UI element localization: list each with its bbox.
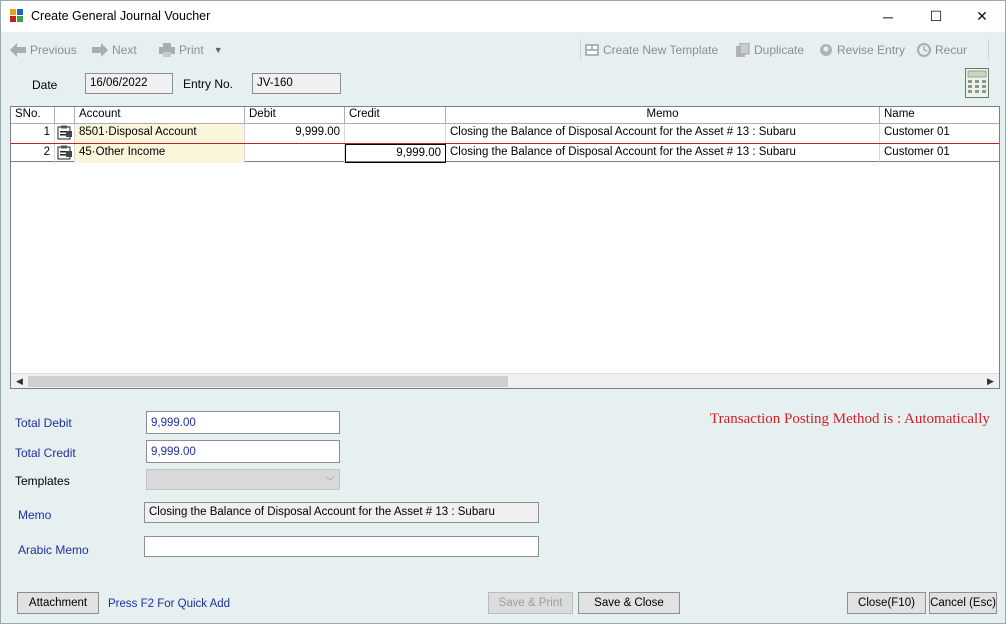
entry-no-field[interactable]: JV-160	[252, 73, 341, 94]
title-bar: Create General Journal Voucher ─ ☐ ✕	[1, 1, 1005, 32]
scroll-left-icon[interactable]: ◀	[11, 374, 28, 389]
quick-add-hint: Press F2 For Quick Add	[108, 598, 231, 610]
grid-header: SNo. Account Debit Credit Memo Name	[11, 107, 999, 124]
arrow-left-icon	[10, 43, 26, 57]
cell-memo[interactable]: Closing the Balance of Disposal Account …	[446, 144, 880, 163]
recur-button[interactable]: Recur	[917, 41, 967, 59]
memo-field[interactable]: Closing the Balance of Disposal Account …	[144, 502, 539, 523]
duplicate-button[interactable]: Duplicate	[736, 41, 804, 59]
create-template-label: Create New Template	[603, 43, 719, 57]
journal-lines-grid[interactable]: SNo. Account Debit Credit Memo Name 1 85…	[10, 106, 1000, 389]
memo-label: Memo	[18, 508, 52, 522]
row-detail-button[interactable]	[55, 144, 75, 163]
chevron-down-icon[interactable]: ▼	[214, 45, 223, 55]
print-button[interactable]: Print ▼	[159, 41, 223, 59]
revise-icon	[820, 44, 832, 56]
cell-name[interactable]: Customer 01	[880, 144, 999, 163]
cell-credit[interactable]: 9,999.00	[345, 144, 446, 163]
toolbar-separator	[988, 39, 989, 59]
close-window-button[interactable]: ✕	[959, 1, 1005, 32]
horizontal-scrollbar[interactable]: ◀ ▶	[11, 373, 999, 388]
attachment-button[interactable]: Attachment	[17, 592, 99, 614]
print-label: Print	[179, 43, 204, 57]
app-icon	[10, 9, 23, 22]
next-button[interactable]: Next	[92, 41, 137, 59]
column-header-memo[interactable]: Memo	[446, 107, 880, 124]
close-button[interactable]: Close(F10)	[847, 592, 926, 614]
maximize-button[interactable]: ☐	[913, 1, 959, 32]
cell-account[interactable]: 45·Other Income	[75, 144, 245, 163]
cell-credit[interactable]	[345, 124, 446, 143]
total-debit-field: 9,999.00	[146, 411, 340, 434]
revise-entry-button[interactable]: Revise Entry	[819, 41, 905, 59]
column-header-sno[interactable]: SNo.	[11, 107, 55, 124]
table-row[interactable]: 2 45·Other Income 9,999.00 Closing the B…	[11, 143, 999, 163]
cell-debit[interactable]	[245, 144, 345, 163]
cell-name[interactable]: Customer 01	[880, 124, 999, 143]
entry-no-label: Entry No.	[183, 77, 234, 91]
total-credit-field: 9,999.00	[146, 440, 340, 463]
posting-method-notice: Transaction Posting Method is : Automati…	[710, 411, 990, 427]
previous-label: Previous	[30, 43, 77, 57]
clipboard-icon	[57, 125, 72, 140]
total-debit-label: Total Debit	[15, 416, 72, 430]
arrow-right-icon	[92, 43, 108, 57]
save-print-button[interactable]: Save & Print	[488, 592, 573, 614]
column-header-debit[interactable]: Debit	[245, 107, 345, 124]
next-label: Next	[112, 43, 137, 57]
window-title: Create General Journal Voucher	[31, 9, 211, 23]
template-icon	[585, 44, 599, 56]
create-template-button[interactable]: Create New Template	[585, 41, 718, 59]
table-row[interactable]: 1 8501·Disposal Account 9,999.00 Closing…	[11, 124, 999, 143]
recur-label: Recur	[935, 43, 968, 57]
templates-label: Templates	[15, 474, 70, 488]
printer-icon	[159, 43, 175, 57]
cell-sno: 1	[11, 124, 55, 143]
cell-memo[interactable]: Closing the Balance of Disposal Account …	[446, 124, 880, 143]
arabic-memo-label: Arabic Memo	[18, 543, 89, 557]
journal-voucher-window: Create General Journal Voucher ─ ☐ ✕ Pre…	[0, 0, 1006, 624]
chevron-down-icon: ﹀	[325, 477, 335, 488]
cell-sno: 2	[11, 144, 55, 163]
column-header-icon[interactable]	[55, 107, 75, 124]
calculator-icon[interactable]	[965, 68, 989, 98]
scroll-right-icon[interactable]: ▶	[982, 374, 999, 389]
save-close-button[interactable]: Save & Close	[578, 592, 680, 614]
clipboard-icon	[57, 145, 72, 160]
date-field[interactable]: 16/06/2022	[85, 73, 173, 94]
templates-select[interactable]: ﹀	[146, 469, 340, 490]
previous-button[interactable]: Previous	[10, 41, 77, 59]
cell-account[interactable]: 8501·Disposal Account	[75, 124, 245, 143]
column-header-account[interactable]: Account	[75, 107, 245, 124]
minimize-button[interactable]: ─	[865, 1, 911, 32]
revise-entry-label: Revise Entry	[837, 43, 906, 57]
duplicate-label: Duplicate	[754, 43, 805, 57]
toolbar-separator	[580, 39, 581, 59]
row-detail-button[interactable]	[55, 124, 75, 143]
date-label: Date	[32, 78, 58, 92]
recur-icon	[917, 43, 931, 57]
scrollbar-thumb[interactable]	[28, 376, 508, 387]
cancel-button[interactable]: Cancel (Esc)	[929, 592, 997, 614]
arabic-memo-field[interactable]	[144, 536, 539, 557]
cell-debit[interactable]: 9,999.00	[245, 124, 345, 143]
duplicate-icon	[736, 43, 750, 57]
column-header-name[interactable]: Name	[880, 107, 999, 124]
total-credit-label: Total Credit	[15, 446, 76, 460]
column-header-credit[interactable]: Credit	[345, 107, 446, 124]
